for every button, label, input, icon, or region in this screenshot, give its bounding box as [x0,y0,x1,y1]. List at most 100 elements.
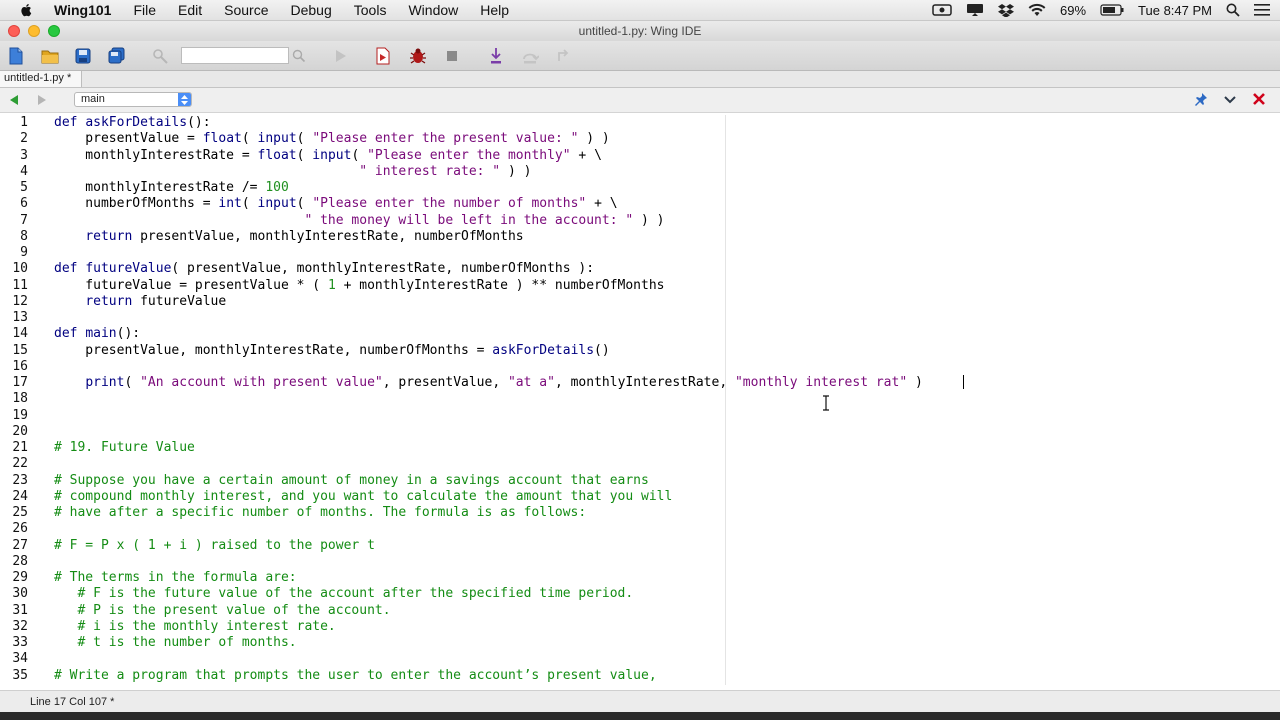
code-line[interactable]: futureValue = presentValue * ( 1 + month… [54,278,664,294]
line-number: 25 [12,505,28,520]
code-line[interactable]: return presentValue, monthlyInterestRate… [54,229,523,245]
line-number: 11 [12,277,28,293]
battery-percent[interactable]: 69% [1060,3,1086,18]
scope-dropdown[interactable]: main [74,92,192,107]
display-icon[interactable] [966,3,984,17]
step-out-button[interactable] [554,46,574,66]
line-number: 10 [12,261,28,277]
debug-bug-button[interactable] [408,46,428,66]
code-line[interactable]: # Suppose you have a certain amount of m… [54,473,649,489]
line-number: 2 [20,131,28,147]
line-number: 21 [12,440,28,455]
dropbox-icon[interactable] [998,3,1015,17]
screen-record-icon[interactable] [932,3,952,17]
code-line[interactable]: # 19. Future Value [54,440,195,456]
code-line[interactable]: numberOfMonths = int( input( "Please ent… [54,196,617,212]
code-line[interactable]: # F = P x ( 1 + i ) raised to the power … [54,538,375,554]
tab-untitled-1[interactable]: untitled-1.py * [0,71,82,87]
forward-arrow-icon[interactable] [36,93,48,111]
line-number: 4 [20,163,28,179]
run-button[interactable] [330,46,350,66]
step-over-button[interactable] [520,46,540,66]
menu-source[interactable]: Source [224,2,268,18]
code-line[interactable]: # t is the number of months. [54,635,296,651]
ibeam-cursor-icon [821,395,831,416]
run-file-button[interactable] [373,46,393,66]
save-button[interactable] [73,46,93,66]
apple-icon[interactable] [20,3,34,17]
window-close-button[interactable] [8,25,20,37]
code-line[interactable]: # F is the future value of the account a… [54,586,633,602]
scope-dropdown-value: main [81,93,105,105]
line-number: 20 [12,423,28,439]
code-line[interactable]: " the money will be left in the account:… [54,213,664,229]
window-titlebar: untitled-1.py: Wing IDE [0,21,1280,41]
toolbar-search-input[interactable] [181,47,289,64]
line-number: 35 [12,667,28,683]
line-number: 29 [12,570,28,585]
menu-edit[interactable]: Edit [178,2,202,18]
macos-menubar: Wing101 File Edit Source Debug Tools Win… [0,0,1280,21]
line-number: 22 [12,456,28,472]
menu-help[interactable]: Help [480,2,509,18]
window-zoom-button[interactable] [48,25,60,37]
battery-icon[interactable] [1100,4,1124,16]
line-number: 13 [12,310,28,325]
line-number: 5 [20,180,28,195]
code-line[interactable]: presentValue = float( input( "Please ent… [54,131,609,147]
code-line[interactable]: # P is the present value of the account. [54,603,390,619]
code-line[interactable]: presentValue, monthlyInterestRate, numbe… [54,343,609,359]
code-editor[interactable]: 1 2 3 4 5 6 7 8 9 10 11 12 13 14 15 16 17 18 19 20 21 22 23 24 2… [0,115,1280,685]
wifi-icon[interactable] [1028,3,1046,17]
back-arrow-icon[interactable] [8,93,20,111]
line-number: 32 [12,618,28,634]
menu-file[interactable]: File [133,2,156,18]
line-number: 26 [12,521,28,537]
code-line[interactable]: # have after a specific number of months… [54,505,586,521]
line-number: 31 [12,602,28,618]
code-line[interactable]: def main(): [54,326,140,342]
line-number: 3 [20,147,28,163]
menu-app-name[interactable]: Wing101 [54,2,111,18]
menu-window[interactable]: Window [408,2,458,18]
code-line[interactable]: " interest rate: " ) ) [54,164,531,180]
spotlight-search-icon[interactable] [1226,3,1240,17]
menubar-clock[interactable]: Tue 8:47 PM [1138,3,1212,18]
step-into-button[interactable] [486,46,506,66]
code-line[interactable]: monthlyInterestRate = float( input( "Ple… [54,148,602,164]
pin-icon[interactable] [1194,92,1208,111]
code-line[interactable]: return futureValue [54,294,226,310]
search-icon[interactable] [289,46,309,66]
text-cursor [963,375,964,389]
line-number: 34 [12,651,28,667]
new-file-button[interactable] [6,46,26,66]
menubar-status-area: 69% Tue 8:47 PM [932,0,1270,20]
line-number: 30 [12,586,28,602]
line-number: 7 [20,212,28,228]
toolbar [0,41,1280,71]
notification-center-icon[interactable] [1254,4,1270,16]
window-minimize-button[interactable] [28,25,40,37]
code-line[interactable]: monthlyInterestRate /= 100 [54,180,289,196]
line-number: 16 [12,358,28,374]
code-line[interactable]: def askForDetails(): [54,115,211,131]
code-line[interactable]: def futureValue( presentValue, monthlyIn… [54,261,594,277]
code-line[interactable]: # Write a program that prompts the user … [54,668,657,684]
code-line[interactable]: # The terms in the formula are: [54,570,297,586]
search-tool-icon[interactable] [151,46,171,66]
stop-button[interactable] [442,46,462,66]
code-line[interactable]: # i is the monthly interest rate. [54,619,335,635]
line-number: 9 [20,245,28,260]
close-editor-icon[interactable] [1252,92,1266,111]
save-all-button[interactable] [107,46,127,66]
chevron-down-icon[interactable] [1223,93,1237,111]
open-folder-button[interactable] [40,46,60,66]
code-line[interactable]: # compound monthly interest, and you wan… [54,489,672,505]
updown-arrows-icon [178,93,191,106]
line-number: 19 [12,407,28,423]
status-bar: Line 17 Col 107 * [0,690,1280,713]
menu-tools[interactable]: Tools [354,2,387,18]
menu-debug[interactable]: Debug [291,2,332,18]
line-number: 18 [12,391,28,407]
code-line[interactable]: print( "An account with present value", … [54,375,923,391]
